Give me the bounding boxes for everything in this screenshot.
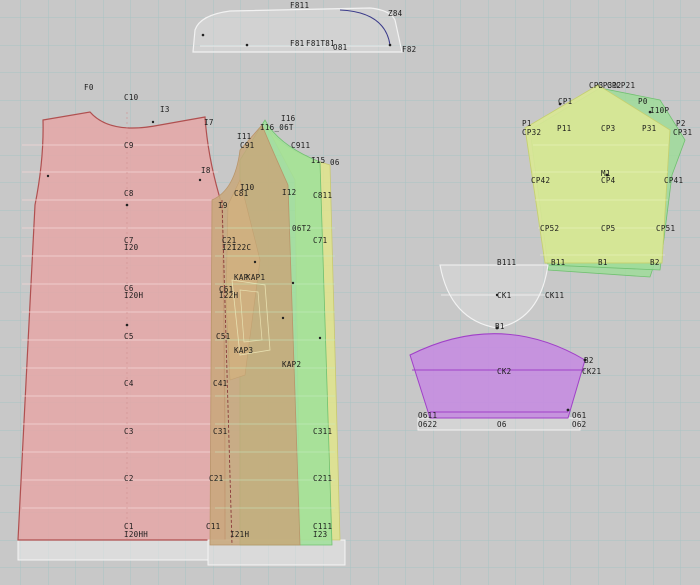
label-back: I23 (313, 530, 327, 539)
label-collar: O61 (572, 411, 586, 420)
label-sleeve: B2 (650, 258, 660, 267)
label-top-collar: F81T81 (306, 39, 335, 48)
front-piece[interactable] (17, 111, 226, 561)
label-top-collar: F82 (402, 45, 416, 54)
label-front: I20 (124, 243, 139, 252)
label-collar: B1 (495, 322, 505, 331)
label-sleeve: B11 (551, 258, 565, 267)
label-collar: CK2 (497, 367, 511, 376)
label-back: I15 (311, 156, 325, 165)
label-sleeve: P11 (557, 124, 571, 133)
label-back: C811 (313, 191, 332, 200)
label-front: C3 (124, 427, 134, 436)
label-back: C71 (313, 236, 327, 245)
label-collar: O622 (418, 420, 437, 429)
label-front: I8 (201, 166, 211, 175)
label-back: I16_06T (260, 123, 294, 132)
label-front: C2 (124, 474, 134, 483)
label-front: C9 (124, 141, 134, 150)
pattern-svg[interactable]: F811 Z84 F81 F81T81 O81 F82 F0 C10 I3 I7… (0, 0, 700, 585)
label-sleeve: CP21 (616, 81, 635, 90)
label-front: F0 (84, 83, 94, 92)
label-back: C21 (209, 474, 223, 483)
label-front: C8 (124, 189, 134, 198)
label-back: I22H (219, 291, 238, 300)
label-back: I16 (281, 114, 296, 123)
label-collar: O62 (572, 420, 586, 429)
label-front: I20H (124, 291, 143, 300)
label-sleeve: CP42 (531, 176, 550, 185)
label-sleeve: P1 (522, 119, 532, 128)
label-back: C51 (216, 332, 230, 341)
label-top-collar: Z84 (388, 9, 403, 18)
label-sleeve: I10P (650, 106, 669, 115)
label-front: I7 (204, 118, 214, 127)
label-sleeve: CP4 (601, 176, 616, 185)
label-sleeve: B1 (598, 258, 608, 267)
label-sleeve: CP5 (601, 224, 615, 233)
label-back: 06 (330, 158, 340, 167)
label-cuff: CK1 (497, 291, 511, 300)
label-back: I12 (282, 188, 296, 197)
label-back: C911 (291, 141, 310, 150)
label-sleeve: CP51 (656, 224, 675, 233)
label-back: 06T2 (292, 224, 311, 233)
label-back: I21H (230, 530, 249, 539)
label-sleeve: P0 (638, 97, 648, 106)
label-top-collar: O81 (333, 43, 347, 52)
label-sleeve: CP1 (558, 97, 572, 106)
back-piece[interactable] (207, 119, 346, 566)
label-top-collar: F81 (290, 39, 304, 48)
label-back: C211 (313, 474, 332, 483)
label-front: I20HH (124, 530, 148, 539)
label-front: C10 (124, 93, 139, 102)
label-sleeve: CP41 (664, 176, 683, 185)
label-collar: B2 (584, 356, 594, 365)
label-sleeve: CP3 (601, 124, 615, 133)
label-back: C41 (213, 379, 227, 388)
label-collar: O6 (497, 420, 507, 429)
label-front: I9 (218, 201, 228, 210)
label-back: KAP1 (246, 273, 265, 282)
label-sleeve: P31 (642, 124, 656, 133)
pattern-canvas[interactable]: F811 Z84 F81 F81T81 O81 F82 F0 C10 I3 I7… (0, 0, 700, 585)
label-front: I3 (160, 105, 170, 114)
label-sleeve: CP31 (673, 128, 692, 137)
label-top-collar: F811 (290, 1, 309, 10)
label-back: KAP2 (282, 360, 301, 369)
label-cuff: B111 (497, 258, 516, 267)
label-back: C11 (206, 522, 220, 531)
label-sleeve: CP32 (522, 128, 541, 137)
label-sleeve: P2 (676, 119, 686, 128)
label-cuff: CK11 (545, 291, 564, 300)
label-back: C311 (313, 427, 332, 436)
label-collar: O611 (418, 411, 437, 420)
label-back: C81 (234, 189, 248, 198)
label-front: C5 (124, 332, 134, 341)
label-back: KAP3 (234, 346, 253, 355)
label-sleeve: CP52 (540, 224, 559, 233)
label-front: C4 (124, 379, 134, 388)
label-collar: CK21 (582, 367, 601, 376)
label-back: I22C (232, 243, 251, 252)
label-back: I11 (237, 132, 251, 141)
label-back: C91 (240, 141, 254, 150)
label-back: C31 (213, 427, 227, 436)
